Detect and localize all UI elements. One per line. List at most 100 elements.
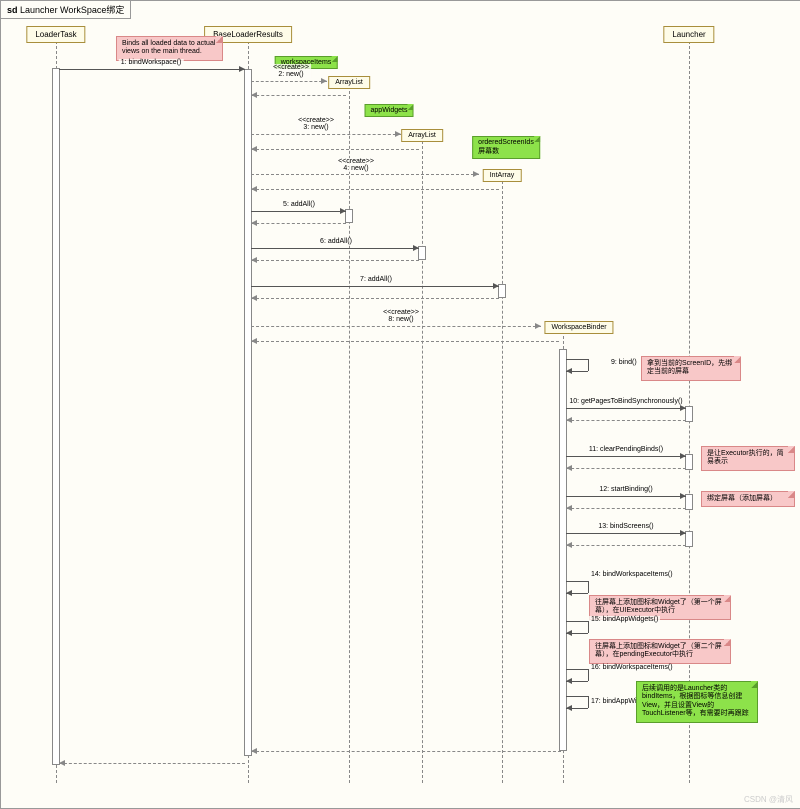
arrow-2r <box>251 92 257 98</box>
arrow-14 <box>566 590 572 596</box>
arrow-9 <box>566 368 572 374</box>
arrow-11 <box>680 453 686 459</box>
msg-6 <box>251 248 419 249</box>
note-binds-all: Binds all loaded data to actual views on… <box>116 36 223 61</box>
note-17: 后续调用的是Launcher类的bindItems，根据图标等信息创建View，… <box>636 681 758 723</box>
label-7: 7: addAll() <box>358 276 394 283</box>
arrow-3r <box>251 146 257 152</box>
title-prefix: sd <box>7 5 18 15</box>
msg-12r <box>566 508 686 509</box>
participant-loadertask: LoaderTask <box>26 26 85 43</box>
label-13: 13: bindScreens() <box>596 523 655 530</box>
note-9: 拿到当前的ScreenID，先绑定当前的屏幕 <box>641 356 741 381</box>
actbar-ia-a <box>498 284 506 298</box>
watermark: CSDN @清风 <box>744 794 793 805</box>
label-9: 9: bind() <box>609 359 639 366</box>
label-10: 10: getPagesToBindSynchronously() <box>567 398 684 405</box>
label-15: 15: bindAppWidgets() <box>589 616 660 623</box>
msg-9b <box>588 359 589 371</box>
msg-4r <box>251 189 499 190</box>
arrow-4 <box>473 171 479 177</box>
actbar-l-13 <box>685 531 693 547</box>
arrow-15 <box>566 630 572 636</box>
msg-3r <box>251 149 419 150</box>
arrow-16 <box>566 678 572 684</box>
msg-10 <box>566 408 686 409</box>
obj-arraylist1: ArrayList <box>328 76 370 89</box>
msg-16a <box>566 669 588 670</box>
arrow-13 <box>680 530 686 536</box>
obj-orderedscreenids: orderedScreenIds 屏幕数 <box>472 136 540 159</box>
arrow-1 <box>239 66 245 72</box>
arrow-ret-blr <box>59 760 65 766</box>
actbar-loadertask <box>52 68 60 765</box>
msg-15a <box>566 621 588 622</box>
msg-7r <box>251 298 499 299</box>
msg-9a <box>566 359 588 360</box>
msg-14a <box>566 581 588 582</box>
obj-appwidgets: appWidgets <box>365 104 414 117</box>
msg-1 <box>59 69 245 70</box>
actbar-l-11 <box>685 454 693 470</box>
msg-7 <box>251 286 499 287</box>
arrow-ret-wb <box>251 748 257 754</box>
arrow-10r <box>566 417 572 423</box>
msg-13r <box>566 545 686 546</box>
lifeline-intarray <box>502 181 503 783</box>
lifeline-arraylist1 <box>349 86 350 783</box>
diagram-title: sd Launcher WorkSpace绑定 <box>1 1 131 19</box>
arrow-12r <box>566 505 572 511</box>
arrow-7 <box>493 283 499 289</box>
msg-5r <box>251 223 346 224</box>
actbar-l-10 <box>685 406 693 422</box>
msg-11 <box>566 456 686 457</box>
msg-8r <box>251 341 559 342</box>
arrow-2 <box>321 78 327 84</box>
msg-2 <box>251 81 327 82</box>
actbar-al1-a <box>345 209 353 223</box>
label-16: 16: bindWorkspaceItems() <box>589 664 675 671</box>
label-8: <<create>> 8: new() <box>381 309 421 323</box>
msg-ret-wb <box>251 751 561 752</box>
msg-5 <box>251 211 346 212</box>
msg-12 <box>566 496 686 497</box>
label-6: 6: addAll() <box>318 238 354 245</box>
obj-workspacebinder: WorkspaceBinder <box>544 321 613 334</box>
arrow-5 <box>340 208 346 214</box>
label-14: 14: bindWorkspaceItems() <box>589 571 675 578</box>
arrow-6 <box>413 245 419 251</box>
title-text: Launcher WorkSpace绑定 <box>20 5 124 15</box>
msg-6r <box>251 260 419 261</box>
note-12: 绑定屏幕（添加屏幕） <box>701 491 795 507</box>
actbar-l-12 <box>685 494 693 510</box>
msg-14b <box>588 581 589 593</box>
msg-8 <box>251 326 541 327</box>
msg-4 <box>251 174 479 175</box>
msg-2r <box>251 95 346 96</box>
note-15: 往屏幕上添加图标和Widget了（第二个屏幕），在pendingExecutor… <box>589 639 731 664</box>
actbar-wb <box>559 349 567 751</box>
arrow-8 <box>535 323 541 329</box>
obj-arraylist2: ArrayList <box>401 129 443 142</box>
lifeline-arraylist2 <box>422 141 423 783</box>
arrow-4r <box>251 186 257 192</box>
participant-launcher: Launcher <box>663 26 714 43</box>
msg-10r <box>566 420 686 421</box>
arrow-6r <box>251 257 257 263</box>
arrow-11r <box>566 465 572 471</box>
label-4: <<create>> 4: new() <box>336 158 376 172</box>
arrow-8r <box>251 338 257 344</box>
label-1: 1: bindWorkspace() <box>119 59 184 66</box>
arrow-13r <box>566 542 572 548</box>
label-3: <<create>> 3: new() <box>296 117 336 131</box>
arrow-17 <box>566 705 572 711</box>
note-11: 是让Executor执行的，简易表示 <box>701 446 795 471</box>
sequence-diagram: sd Launcher WorkSpace绑定 LoaderTask BaseL… <box>0 0 800 809</box>
obj-intarray: IntArray <box>483 169 522 182</box>
label-11: 11: clearPendingBinds() <box>587 446 665 453</box>
actbar-baseloaderresults <box>244 69 252 756</box>
arrow-10 <box>680 405 686 411</box>
arrow-12 <box>680 493 686 499</box>
label-2: <<create>> 2: new() <box>271 64 311 78</box>
arrow-7r <box>251 295 257 301</box>
